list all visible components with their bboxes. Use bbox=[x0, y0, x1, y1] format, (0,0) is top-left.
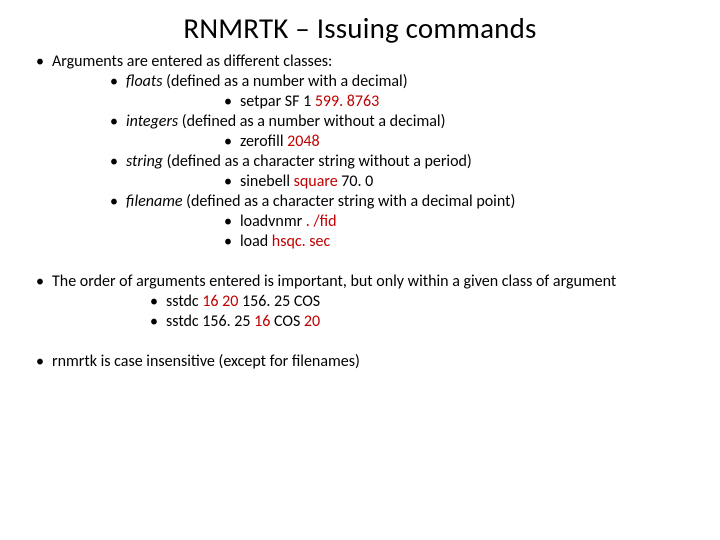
bullet-order: The order of arguments entered is import… bbox=[52, 272, 700, 332]
bullet-case-insensitive: rnmrtk is case insensitive (except for f… bbox=[52, 352, 700, 372]
def: (defined as a number with a decimal) bbox=[163, 72, 408, 91]
val: hsqc. sec bbox=[272, 232, 330, 251]
val: 599. 8763 bbox=[315, 92, 379, 111]
spacer bbox=[20, 332, 700, 350]
text: Arguments are entered as different class… bbox=[52, 52, 332, 71]
example-floats: setpar SF 1 599. 8763 bbox=[240, 92, 700, 112]
example-string: sinebell square 70. 0 bbox=[240, 172, 700, 192]
bullet-floats: floats (defined as a number with a decim… bbox=[126, 72, 700, 112]
b: 16 20 bbox=[202, 292, 238, 311]
val: square bbox=[294, 172, 338, 191]
text: The order of arguments entered is import… bbox=[52, 272, 616, 291]
bullet-filename: filename (defined as a character string … bbox=[126, 192, 700, 252]
label: filename bbox=[126, 192, 183, 211]
text: rnmrtk is case insensitive (except for f… bbox=[52, 352, 360, 371]
bullet-integers: integers (defined as a number without a … bbox=[126, 112, 700, 152]
slide: RNMRTK – Issuing commands Arguments are … bbox=[0, 0, 720, 540]
label: string bbox=[126, 152, 163, 171]
label: floats bbox=[126, 72, 163, 91]
main-list-2: The order of arguments entered is import… bbox=[20, 272, 700, 332]
main-list: Arguments are entered as different class… bbox=[20, 52, 700, 252]
a: sstdc bbox=[166, 292, 202, 311]
def: (defined as a character string without a… bbox=[163, 152, 472, 171]
def: (defined as a number without a decimal) bbox=[178, 112, 445, 131]
bullet-arguments-classes: Arguments are entered as different class… bbox=[52, 52, 700, 252]
example-order-2: sstdc 156. 25 16 COS 20 bbox=[166, 312, 700, 332]
cmd: zerofill bbox=[240, 132, 287, 151]
main-list-3: rnmrtk is case insensitive (except for f… bbox=[20, 352, 700, 372]
cmd: sinebell bbox=[240, 172, 294, 191]
tail: 70. 0 bbox=[338, 172, 374, 191]
a: sstdc 156. 25 bbox=[166, 312, 254, 331]
def: (defined as a character string with a de… bbox=[183, 192, 516, 211]
cmd: load bbox=[240, 232, 272, 251]
label: integers bbox=[126, 112, 178, 131]
val: 2048 bbox=[287, 132, 319, 151]
example-order-1: sstdc 16 20 156. 25 COS bbox=[166, 292, 700, 312]
cmd: loadvnmr bbox=[240, 212, 306, 231]
c: COS bbox=[270, 312, 304, 331]
cmd: setpar SF 1 bbox=[240, 92, 315, 111]
example-filename-2: load hsqc. sec bbox=[240, 232, 700, 252]
b: 16 bbox=[254, 312, 270, 331]
d: 20 bbox=[304, 312, 320, 331]
c: 156. 25 COS bbox=[238, 292, 320, 311]
spacer bbox=[20, 252, 700, 270]
val: . /fid bbox=[306, 212, 337, 231]
bullet-string: string (defined as a character string wi… bbox=[126, 152, 700, 192]
slide-title: RNMRTK – Issuing commands bbox=[20, 10, 700, 46]
example-integers: zerofill 2048 bbox=[240, 132, 700, 152]
example-filename-1: loadvnmr . /fid bbox=[240, 212, 700, 232]
